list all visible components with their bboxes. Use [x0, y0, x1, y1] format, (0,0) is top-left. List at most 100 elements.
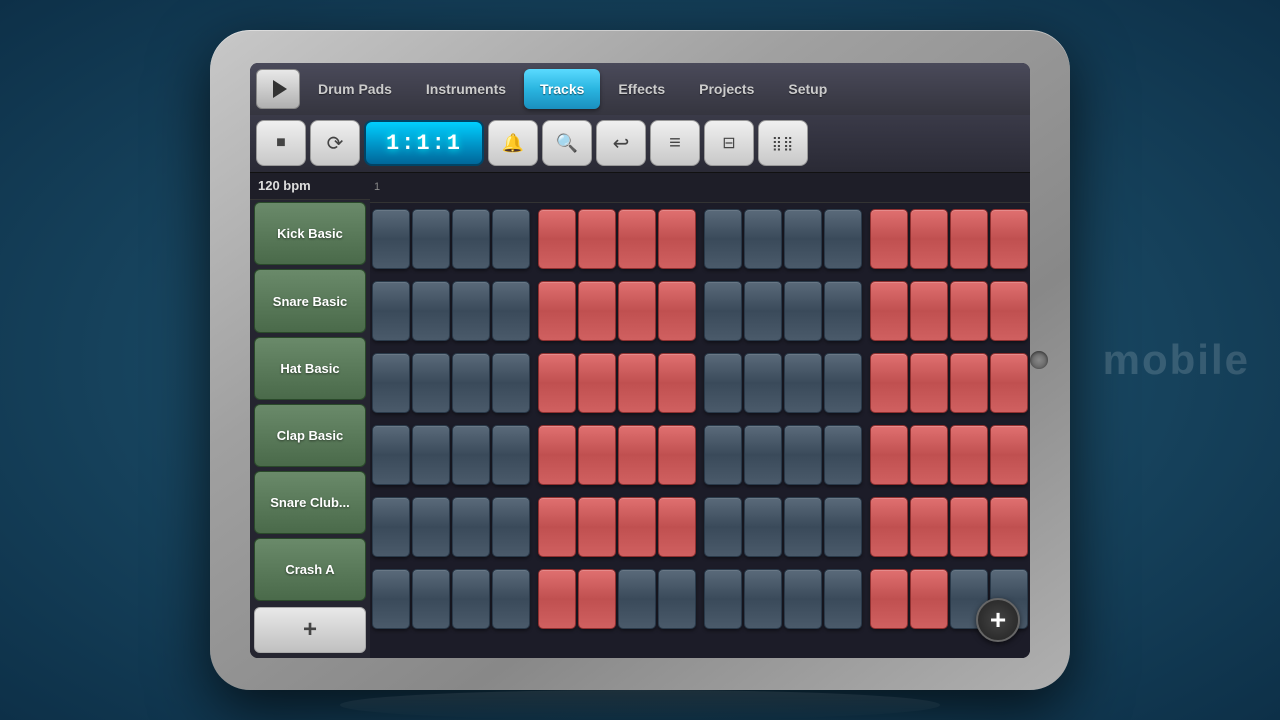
- tab-tracks[interactable]: Tracks: [524, 69, 600, 109]
- pad-cell[interactable]: [784, 353, 822, 413]
- metronome-button[interactable]: 🔔: [488, 120, 538, 166]
- pad-cell[interactable]: [412, 425, 450, 485]
- pad-cell[interactable]: [452, 569, 490, 629]
- pad-cell[interactable]: [658, 209, 696, 269]
- pad-cell[interactable]: [538, 353, 576, 413]
- pad-cell[interactable]: [578, 209, 616, 269]
- pad-cell[interactable]: [372, 425, 410, 485]
- pad-cell[interactable]: [618, 281, 656, 341]
- pad-cell[interactable]: [824, 569, 862, 629]
- pad-cell[interactable]: [578, 569, 616, 629]
- pad-cell[interactable]: [372, 569, 410, 629]
- play-button[interactable]: [256, 69, 300, 109]
- pad-cell[interactable]: [704, 281, 742, 341]
- pad-cell[interactable]: [704, 353, 742, 413]
- pad-cell[interactable]: [412, 209, 450, 269]
- pad-cell[interactable]: [784, 209, 822, 269]
- pad-cell[interactable]: [824, 497, 862, 557]
- pad-cell[interactable]: [618, 353, 656, 413]
- tab-drum-pads[interactable]: Drum Pads: [302, 69, 408, 109]
- pad-cell[interactable]: [910, 569, 948, 629]
- pad-cell[interactable]: [870, 497, 908, 557]
- tab-setup[interactable]: Setup: [772, 69, 843, 109]
- pad-cell[interactable]: [618, 497, 656, 557]
- track-label-snare-basic[interactable]: Snare Basic: [254, 269, 366, 332]
- pad-cell[interactable]: [870, 209, 908, 269]
- stop-button[interactable]: ■: [256, 120, 306, 166]
- pad-cell[interactable]: [618, 569, 656, 629]
- pad-cell[interactable]: [412, 281, 450, 341]
- pad-cell[interactable]: [990, 497, 1028, 557]
- pad-cell[interactable]: [372, 281, 410, 341]
- pad-cell[interactable]: [492, 569, 530, 629]
- pad-cell[interactable]: [658, 497, 696, 557]
- pad-cell[interactable]: [824, 209, 862, 269]
- pad-cell[interactable]: [704, 425, 742, 485]
- pad-cell[interactable]: [744, 497, 782, 557]
- pad-cell[interactable]: [452, 497, 490, 557]
- tab-effects[interactable]: Effects: [602, 69, 681, 109]
- pad-cell[interactable]: [910, 425, 948, 485]
- pad-cell[interactable]: [870, 281, 908, 341]
- pad-cell[interactable]: [538, 569, 576, 629]
- pad-cell[interactable]: [492, 209, 530, 269]
- pad-cell[interactable]: [910, 497, 948, 557]
- pad-cell[interactable]: [492, 497, 530, 557]
- pad-cell[interactable]: [538, 209, 576, 269]
- pad-cell[interactable]: [870, 569, 908, 629]
- pad-cell[interactable]: [744, 281, 782, 341]
- pad-cell[interactable]: [950, 209, 988, 269]
- pad-cell[interactable]: [578, 425, 616, 485]
- pad-cell[interactable]: [870, 353, 908, 413]
- track-label-hat-basic[interactable]: Hat Basic: [254, 337, 366, 400]
- pad-cell[interactable]: [784, 281, 822, 341]
- track-label-clap-basic[interactable]: Clap Basic: [254, 404, 366, 467]
- grid-view-button[interactable]: ⊟: [704, 120, 754, 166]
- pad-cell[interactable]: [492, 353, 530, 413]
- pad-cell[interactable]: [658, 425, 696, 485]
- pad-cell[interactable]: [658, 281, 696, 341]
- pad-cell[interactable]: [618, 425, 656, 485]
- pad-cell[interactable]: [658, 569, 696, 629]
- pad-cell[interactable]: [412, 569, 450, 629]
- tab-instruments[interactable]: Instruments: [410, 69, 522, 109]
- pad-cell[interactable]: [412, 497, 450, 557]
- pad-cell[interactable]: [824, 425, 862, 485]
- pad-cell[interactable]: [990, 425, 1028, 485]
- add-track-button[interactable]: +: [254, 607, 366, 653]
- pad-cell[interactable]: [950, 353, 988, 413]
- pad-cell[interactable]: [870, 425, 908, 485]
- undo-button[interactable]: ↩: [596, 120, 646, 166]
- tab-projects[interactable]: Projects: [683, 69, 770, 109]
- pad-cell[interactable]: [704, 569, 742, 629]
- pad-cell[interactable]: [452, 425, 490, 485]
- pad-cell[interactable]: [744, 209, 782, 269]
- pad-cell[interactable]: [372, 209, 410, 269]
- pad-cell[interactable]: [744, 569, 782, 629]
- dots-view-button[interactable]: ⣿⣿: [758, 120, 808, 166]
- pad-cell[interactable]: [618, 209, 656, 269]
- pad-cell[interactable]: [784, 569, 822, 629]
- pad-cell[interactable]: [578, 497, 616, 557]
- pad-cell[interactable]: [784, 497, 822, 557]
- pad-cell[interactable]: [990, 209, 1028, 269]
- pad-cell[interactable]: [704, 497, 742, 557]
- pad-cell[interactable]: [452, 281, 490, 341]
- pad-cell[interactable]: [910, 353, 948, 413]
- pad-cell[interactable]: [452, 353, 490, 413]
- pad-cell[interactable]: [372, 497, 410, 557]
- pad-cell[interactable]: [492, 281, 530, 341]
- pad-cell[interactable]: [578, 353, 616, 413]
- track-label-kick-basic[interactable]: Kick Basic: [254, 202, 366, 265]
- pad-cell[interactable]: [412, 353, 450, 413]
- pad-cell[interactable]: [824, 281, 862, 341]
- pad-cell[interactable]: [950, 497, 988, 557]
- track-label-crash-a[interactable]: Crash A: [254, 538, 366, 601]
- search-button[interactable]: 🔍: [542, 120, 592, 166]
- pad-cell[interactable]: [910, 281, 948, 341]
- pad-cell[interactable]: [658, 353, 696, 413]
- loop-button[interactable]: ⟳: [310, 120, 360, 166]
- pad-cell[interactable]: [990, 353, 1028, 413]
- pad-cell[interactable]: [990, 281, 1028, 341]
- pad-cell[interactable]: [492, 425, 530, 485]
